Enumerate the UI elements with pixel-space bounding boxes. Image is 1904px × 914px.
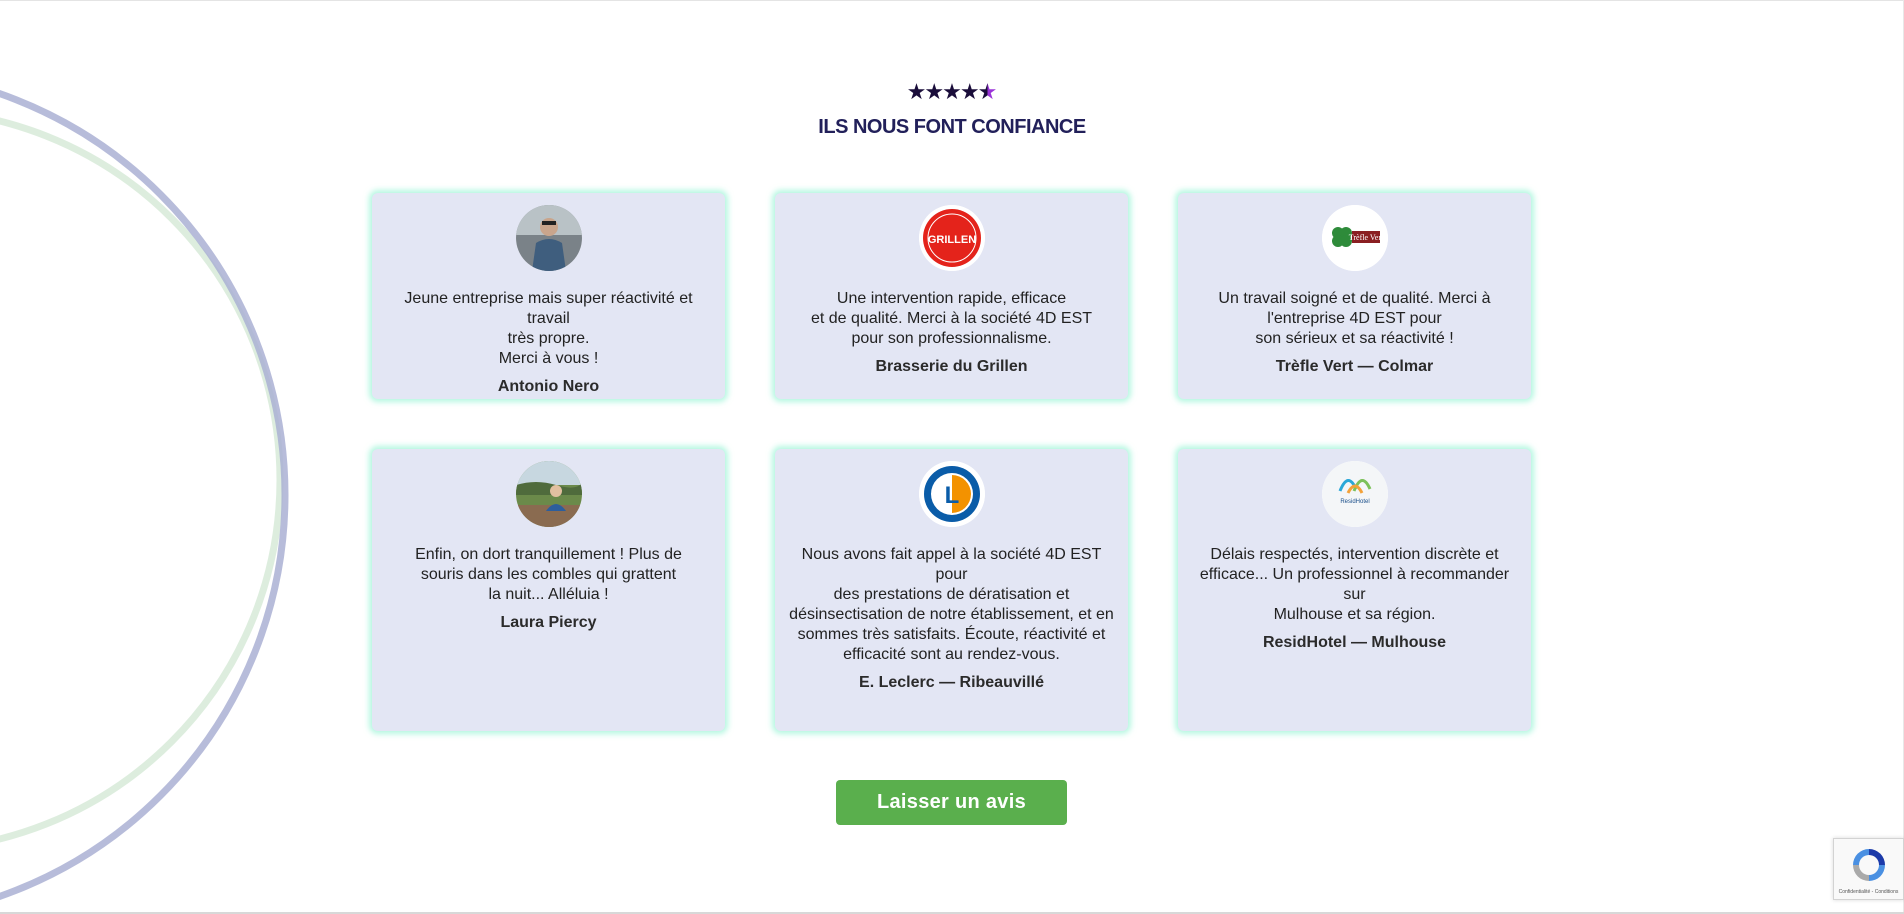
testimonial-card: Enfin, on dort tranquillement ! Plus de … [372,449,725,731]
testimonial-card: Jeune entreprise mais super réactivité e… [372,193,725,399]
testimonial-quote: Enfin, on dort tranquillement ! Plus de … [415,546,682,603]
testimonial-quote: Nous avons fait appel à la société 4D ES… [789,546,1114,663]
testimonial-card: ResidHotel Délais respectés, interventio… [1178,449,1531,731]
testimonial-author: E. Leclerc — Ribeauvillé [859,674,1044,691]
leclerc-logo: L [918,461,985,527]
testimonial-author: Antonio Nero [497,378,600,395]
avatar [515,205,582,271]
testimonial-card: GRILLEN Une intervention rapide, efficac… [775,193,1128,399]
section-title: ILS NOUS FONT CONFIANCE [818,116,1086,138]
grillen-logo: GRILLEN [918,205,985,271]
svg-text:L: L [944,482,959,509]
recaptcha-badge[interactable]: Confidentialité - Conditions [1833,838,1904,900]
half-star-icon: ★ [977,79,998,104]
testimonial-author: ResidHotel — Mulhouse [1262,634,1447,651]
recaptcha-icon [1852,849,1885,881]
recaptcha-legal[interactable]: Confidentialité - Conditions [1834,889,1903,895]
avatar [515,461,582,527]
svg-text:Trèfle Vert: Trèfle Vert [1348,233,1383,242]
testimonial-quote: Délais respectés, intervention discrète … [1199,546,1510,623]
testimonial-quote: Jeune entreprise mais super réactivité e… [404,290,693,367]
testimonial-author: Brasserie du Grillen [875,358,1028,375]
rating-stars: ★★★★★ [0,80,1904,104]
testimonial-card: Trèfle Vert Un travail soigné et de qual… [1178,193,1531,399]
svg-text:GRILLEN: GRILLEN [927,234,975,246]
trefle-vert-logo: Trèfle Vert [1321,205,1388,271]
testimonial-card: L Nous avons fait appel à la société 4D … [775,449,1128,731]
testimonial-quote: Un travail soigné et de qualité. Merci à… [1218,290,1491,347]
testimonial-quote: Une intervention rapide, efficace et de … [810,290,1093,347]
svg-text:ResidHotel: ResidHotel [1340,499,1369,505]
residhotel-logo: ResidHotel [1321,461,1388,527]
leave-review-button[interactable]: Laisser un avis [836,780,1067,825]
testimonial-author: Laura Piercy [500,614,597,631]
testimonial-author: Trèfle Vert — Colmar [1275,358,1434,375]
